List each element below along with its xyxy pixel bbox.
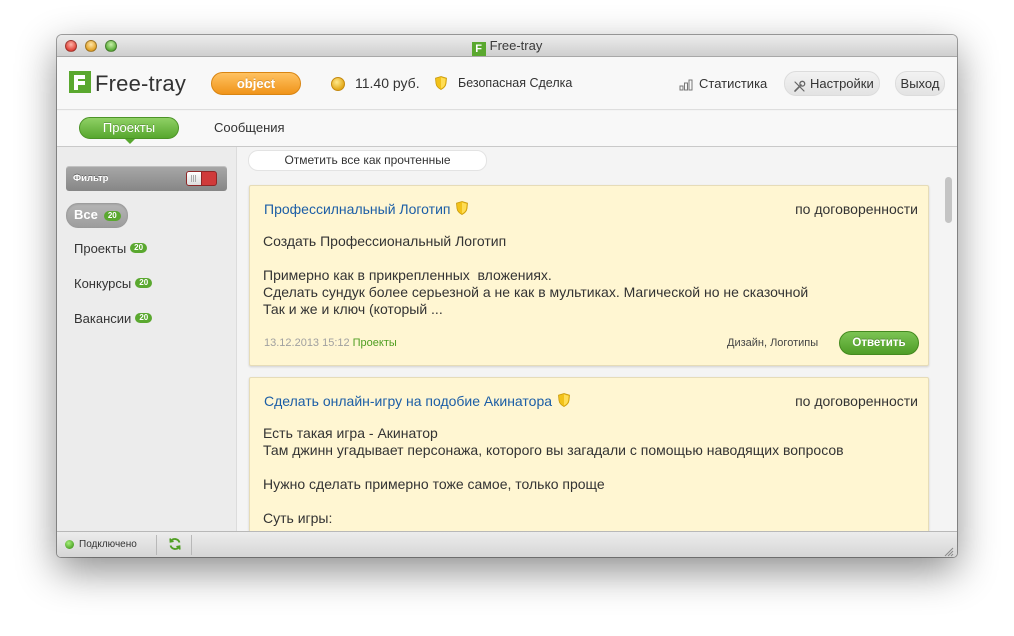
sidebar-item-label: Все — [74, 207, 98, 222]
connection-status: Подключено — [79, 539, 137, 550]
main-content: Отметить все как прочтенные Профессилнал… — [238, 147, 957, 531]
window-title: F Free-tray — [57, 38, 957, 56]
project-meta: 13.12.2013 15:12 Проекты — [264, 337, 397, 349]
toggle-knob[interactable] — [187, 172, 202, 185]
project-category-link[interactable]: Проекты — [353, 337, 397, 349]
sidebar-item-all[interactable]: Все 20 — [66, 203, 128, 228]
tab-projects[interactable]: Проекты — [79, 117, 179, 144]
count-badge: 20 — [130, 243, 148, 253]
shield-icon — [456, 201, 469, 215]
refresh-icon[interactable] — [168, 537, 182, 551]
wrench-icon — [793, 77, 806, 92]
divider — [191, 535, 192, 555]
sidebar-item-contests[interactable]: Конкурсы 20 — [74, 276, 153, 291]
filter-label: Фильтр — [73, 173, 109, 184]
project-card: Профессилнальный Логотип по договореннос… — [249, 185, 929, 366]
mark-all-read-button[interactable]: Отметить все как прочтенные — [248, 150, 487, 171]
project-title-link[interactable]: Сделать онлайн-игру на подобие Акинатора — [264, 393, 570, 409]
sidebar: Фильтр Все 20 Проекты 20 Конкурсы 20 Ваканс… — [57, 147, 237, 531]
scroll-thumb[interactable] — [945, 177, 952, 223]
user-button[interactable]: object — [211, 72, 301, 95]
sidebar-item-label: Конкурсы — [74, 276, 132, 291]
coin-icon — [331, 77, 345, 91]
balance-amount: 11.40 руб. — [355, 75, 420, 91]
project-description: Создать Профессиональный Логотип Примерн… — [263, 233, 809, 317]
count-badge: 20 — [103, 211, 121, 221]
project-title-link[interactable]: Профессилнальный Логотип — [264, 201, 469, 217]
divider — [156, 535, 157, 555]
reply-button[interactable]: Ответить — [839, 331, 919, 355]
settings-label: Настройки — [810, 76, 874, 91]
connection-status-icon — [65, 540, 74, 549]
logout-button[interactable]: Выход — [895, 71, 945, 96]
project-title[interactable]: Профессилнальный Логотип — [264, 201, 450, 217]
status-bar: Подключено — [57, 531, 957, 557]
sidebar-item-label: Вакансии — [74, 311, 132, 326]
bar-chart-icon — [679, 78, 693, 91]
project-title[interactable]: Сделать онлайн-игру на подобие Акинатора — [264, 393, 552, 409]
sidebar-item-vacancies[interactable]: Вакансии 20 — [74, 311, 153, 326]
count-badge: 20 — [135, 278, 153, 288]
sidebar-item-label: Проекты — [74, 241, 127, 256]
filter-bar: Фильтр — [66, 166, 227, 191]
sidebar-item-projects[interactable]: Проекты 20 — [74, 241, 148, 256]
count-badge: 20 — [135, 313, 153, 323]
scrollbar[interactable] — [943, 177, 953, 531]
app-icon: F — [471, 42, 486, 56]
tabs-bar: Проекты Сообщения — [57, 111, 957, 147]
settings-button[interactable]: Настройки — [784, 71, 880, 96]
shield-icon — [558, 393, 570, 407]
shield-icon — [435, 76, 447, 90]
app-header: Free-tray object 11.40 руб. Безопасная С… — [57, 57, 957, 110]
app-window: F Free-tray Free-tray object 11.40 руб. Б… — [57, 35, 957, 557]
statistics-link[interactable]: Статистика — [699, 76, 767, 91]
project-price: по договоренности — [795, 393, 918, 409]
project-tags: Дизайн, Логотипы — [727, 337, 819, 349]
logo-text: Free-tray — [95, 71, 187, 96]
tab-messages[interactable]: Сообщения — [214, 120, 285, 135]
project-card: Сделать онлайн-игру на подобие Акинатора… — [249, 377, 929, 531]
logo-icon — [69, 71, 91, 93]
project-description: Есть такая игра - Акинатор Там джинн уга… — [263, 425, 844, 526]
project-date: 13.12.2013 15:12 — [264, 337, 350, 349]
safe-deal-link[interactable]: Безопасная Сделка — [458, 76, 572, 90]
window-title-text: Free-tray — [489, 38, 543, 53]
resize-grip-icon[interactable] — [943, 544, 954, 557]
title-bar[interactable]: F Free-tray — [57, 35, 957, 57]
project-price: по договоренности — [795, 201, 918, 217]
filter-toggle[interactable] — [186, 171, 217, 186]
